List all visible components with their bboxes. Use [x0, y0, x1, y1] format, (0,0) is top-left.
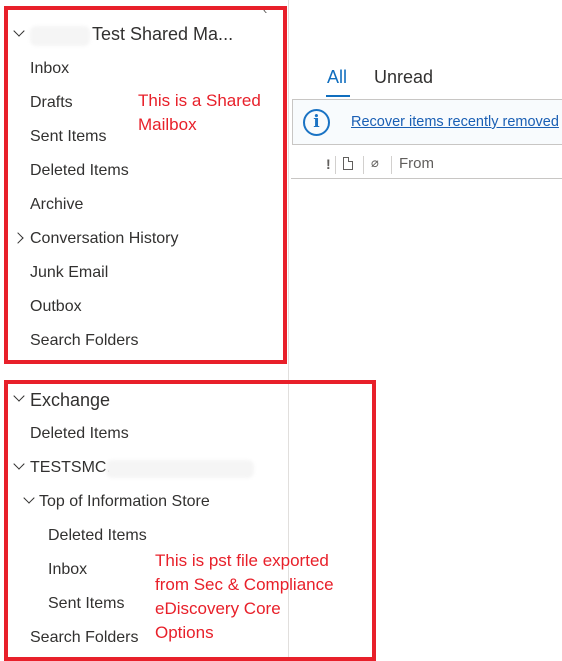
exchange-search-folders[interactable]: Search Folders — [30, 628, 139, 648]
folder-conversation-history[interactable]: Conversation History — [30, 229, 179, 249]
folder-outbox[interactable]: Outbox — [30, 297, 82, 317]
tab-unread[interactable]: Unread — [374, 66, 433, 88]
exchange-account[interactable]: Exchange — [30, 390, 110, 410]
shared-mailbox-annotation: This is a Shared Mailbox — [138, 91, 261, 134]
info-icon: i — [303, 109, 330, 136]
redacted-text — [30, 26, 90, 46]
folder-sent-items[interactable]: Sent Items — [30, 127, 106, 147]
importance-column[interactable]: ! — [326, 156, 331, 172]
column-separator — [391, 156, 392, 174]
folder-inbox[interactable]: Inbox — [30, 59, 69, 79]
from-column[interactable]: From — [399, 155, 434, 172]
folder-search-folders[interactable]: Search Folders — [30, 331, 139, 351]
column-separator — [363, 156, 364, 174]
collapse-pane-icon[interactable]: ‹ — [263, 3, 267, 17]
recover-items-link[interactable]: Recover items recently removed — [351, 114, 559, 130]
store-folder-deleted-items[interactable]: Deleted Items — [48, 526, 147, 546]
folder-top-of-information-store[interactable]: Top of Information Store — [39, 492, 210, 512]
column-separator — [335, 156, 336, 174]
folder-drafts[interactable]: Drafts — [30, 93, 73, 113]
expand-top-store-icon[interactable] — [23, 492, 35, 504]
store-folder-inbox[interactable]: Inbox — [48, 560, 87, 580]
redacted-text — [106, 460, 254, 478]
expand-pst-icon[interactable] — [13, 458, 25, 470]
folder-deleted-items[interactable]: Deleted Items — [30, 161, 129, 181]
shared-mailbox-account[interactable]: Test Shared Ma... — [92, 24, 233, 44]
recover-info-bar: i Recover items recently removed — [292, 99, 562, 145]
pst-account[interactable]: TESTSMC. — [30, 458, 111, 478]
expand-shared-mailbox-icon[interactable] — [13, 25, 25, 37]
document-icon[interactable] — [343, 157, 353, 170]
column-header: ! ⌀ From — [291, 150, 562, 179]
tab-all[interactable]: All — [327, 66, 347, 88]
folder-archive[interactable]: Archive — [30, 195, 83, 215]
store-folder-sent-items[interactable]: Sent Items — [48, 594, 124, 614]
tab-all-underline — [326, 95, 350, 97]
expand-exchange-icon[interactable] — [13, 390, 25, 402]
folder-junk-email[interactable]: Junk Email — [30, 263, 108, 283]
exchange-folder-deleted-items[interactable]: Deleted Items — [30, 424, 129, 444]
pst-annotation: This is pst file exported from Sec & Com… — [155, 551, 334, 642]
expand-conversation-history-icon[interactable] — [12, 232, 24, 244]
paperclip-icon[interactable]: ⌀ — [371, 155, 379, 171]
